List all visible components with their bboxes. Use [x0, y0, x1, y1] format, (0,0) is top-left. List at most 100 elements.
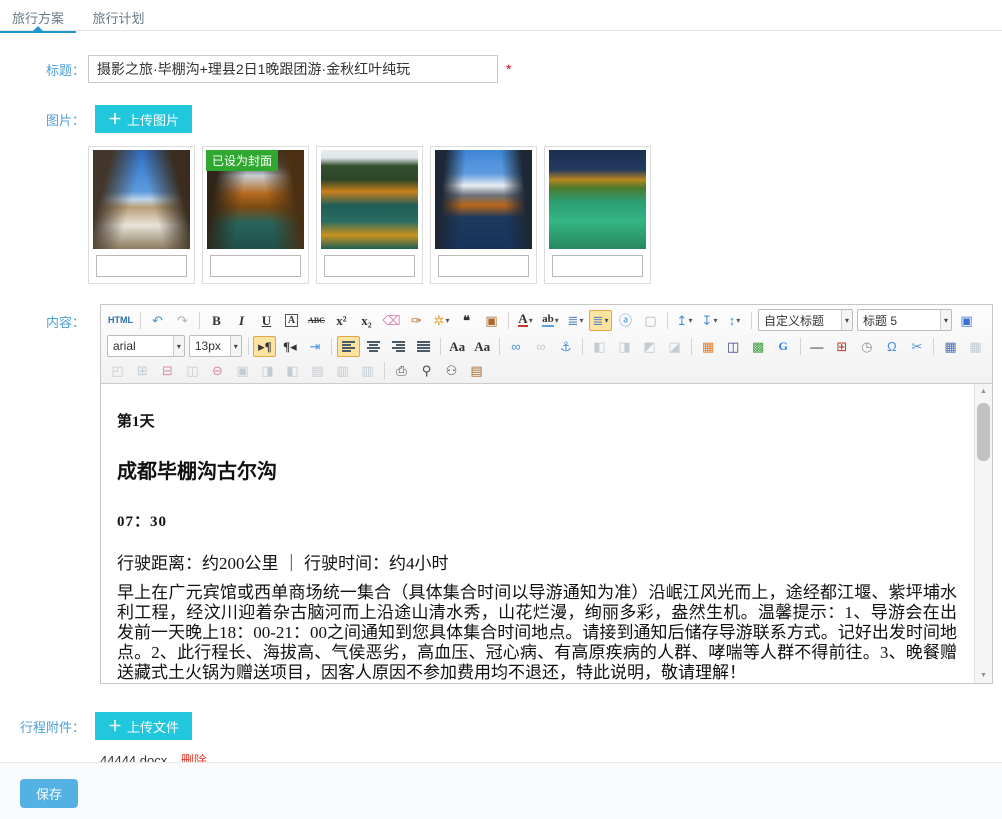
- insert-column-button[interactable]: ◫: [181, 360, 204, 381]
- special-char-button[interactable]: Ω: [880, 336, 903, 357]
- editor-body-wrap: 第1天 成都毕棚沟古尔沟 07：30 行驶距离：约200公里 ｜ 行驶时间：约4…: [101, 384, 992, 683]
- lowercase-button[interactable]: Aa: [471, 336, 494, 357]
- image-caption-input[interactable]: [438, 255, 529, 277]
- highlight-color-button[interactable]: ab▾: [539, 310, 562, 331]
- superscript-button[interactable]: x²: [330, 310, 353, 331]
- delete-table-button[interactable]: ▦: [964, 336, 987, 357]
- image-inline-button[interactable]: ◧: [588, 336, 611, 357]
- char-border-button[interactable]: A: [280, 310, 303, 331]
- google-map-button[interactable]: G: [772, 336, 795, 357]
- anchor-button[interactable]: ⚓: [554, 336, 577, 357]
- insert-table-button[interactable]: ▦: [939, 336, 962, 357]
- insert-row-after-button[interactable]: ◨: [256, 360, 279, 381]
- anchor-inline-button[interactable]: ⓐ: [614, 310, 637, 331]
- space-above-button[interactable]: ↥▾: [673, 310, 696, 331]
- footer-bar: 保存: [0, 762, 1002, 819]
- image-left-float-button[interactable]: ◨: [613, 336, 636, 357]
- tab-travel-schedule[interactable]: 旅行计划: [80, 0, 156, 32]
- find-replace-button[interactable]: ⚇: [440, 360, 463, 381]
- custom-title-select[interactable]: 自定义标题▾: [758, 309, 853, 331]
- font-color-button[interactable]: A▾: [514, 310, 537, 331]
- space-below-button[interactable]: ↧▾: [698, 310, 721, 331]
- editor-scrollbar[interactable]: ▲ ▼: [974, 384, 992, 683]
- snow-peaks-blue-lake-photo[interactable]: [435, 150, 532, 249]
- save-button[interactable]: 保存: [20, 779, 78, 808]
- paste-text-button[interactable]: ▣: [480, 310, 503, 331]
- image-caption-input[interactable]: [552, 255, 643, 277]
- delete-row-button[interactable]: ⊟: [156, 360, 179, 381]
- image-caption-input[interactable]: [96, 255, 187, 277]
- fullscreen-button[interactable]: ▣: [955, 310, 978, 331]
- blockquote-button[interactable]: ❝: [455, 310, 478, 331]
- title-input[interactable]: [88, 55, 498, 83]
- insert-date-button[interactable]: ⊞: [830, 336, 853, 357]
- chevron-down-icon: ▾: [230, 336, 241, 356]
- toolbar-separator: [384, 362, 385, 379]
- valley-lake-photo[interactable]: [93, 150, 190, 249]
- paste-button[interactable]: ▤: [465, 360, 488, 381]
- delete-column-button[interactable]: ⊖: [206, 360, 229, 381]
- insert-video-button[interactable]: ◫: [722, 336, 745, 357]
- scroll-up-icon[interactable]: ▲: [975, 384, 992, 399]
- split-row-button[interactable]: ▥: [331, 360, 354, 381]
- uppercase-button[interactable]: Aa: [446, 336, 469, 357]
- underline-button[interactable]: U: [255, 310, 278, 331]
- ltr-paragraph-button[interactable]: ▸¶: [253, 336, 276, 357]
- align-right-button[interactable]: [387, 336, 410, 357]
- scroll-down-icon[interactable]: ▼: [975, 668, 992, 683]
- emerald-lake-photo[interactable]: [549, 150, 646, 249]
- align-left-button[interactable]: [337, 336, 360, 357]
- preview-button[interactable]: ⚲: [415, 360, 438, 381]
- align-justify-button[interactable]: [412, 336, 435, 357]
- font-size-select[interactable]: 13px▾: [189, 335, 242, 357]
- screenshot-button[interactable]: ✂: [905, 336, 928, 357]
- merge-cells-button[interactable]: ▣: [231, 360, 254, 381]
- image-caption-input[interactable]: [324, 255, 415, 277]
- redo-button[interactable]: ↷: [171, 310, 194, 331]
- paragraph-format-select[interactable]: 标题 5▾: [857, 309, 952, 331]
- new-page-button[interactable]: ▢: [639, 310, 662, 331]
- table-title-button[interactable]: ◰: [106, 360, 129, 381]
- source-code-button[interactable]: HTML: [106, 310, 135, 331]
- insert-map-button[interactable]: ▩: [747, 336, 770, 357]
- italic-button[interactable]: I: [230, 310, 253, 331]
- undo-button[interactable]: ↶: [146, 310, 169, 331]
- upload-file-button[interactable]: ＋ 上传文件: [95, 712, 192, 740]
- rtl-paragraph-button[interactable]: ¶◂: [278, 336, 301, 357]
- insert-image-button[interactable]: ▦: [697, 336, 720, 357]
- print-button[interactable]: ⎙: [390, 360, 413, 381]
- insert-time-button[interactable]: ◷: [855, 336, 878, 357]
- editor-paragraph: 早上在广元宾馆或西单商场统一集合（具体集合时间以导游通知为准）沿岷江风光而上，途…: [117, 583, 957, 683]
- image-right-float-button[interactable]: ◩: [638, 336, 661, 357]
- split-col-button[interactable]: ▥: [356, 360, 379, 381]
- ordered-list-button[interactable]: ≣▾: [564, 310, 587, 331]
- font-family-select[interactable]: arial▾: [107, 335, 185, 357]
- indent-button[interactable]: ⇥: [303, 336, 326, 357]
- travel-plan-editor-page: 旅行方案 旅行计划 标题： * 图片： ＋ 上传图片 已设为封面 内容： HTM…: [0, 0, 1002, 819]
- image-center-button[interactable]: ◪: [663, 336, 686, 357]
- tab-travel-plan[interactable]: 旅行方案: [0, 0, 76, 32]
- bold-button[interactable]: B: [205, 310, 228, 331]
- line-height-button[interactable]: ↕▾: [723, 310, 746, 331]
- toolbar-separator: [751, 312, 752, 329]
- align-center-button[interactable]: [362, 336, 385, 357]
- auto-typeset-button[interactable]: ✲▾: [430, 310, 453, 331]
- autumn-forest-lake-photo[interactable]: [321, 150, 418, 249]
- insert-col-after-button[interactable]: ◧: [281, 360, 304, 381]
- image-caption-input[interactable]: [210, 255, 301, 277]
- horizontal-rule-button[interactable]: —: [805, 336, 828, 357]
- split-cell-button[interactable]: ▤: [306, 360, 329, 381]
- subscript-button[interactable]: x₂: [355, 310, 378, 331]
- chevron-down-icon: ▾: [555, 312, 559, 329]
- remove-format-button[interactable]: ⌫: [380, 310, 403, 331]
- upload-images-button[interactable]: ＋ 上传图片: [95, 105, 192, 133]
- editor-day-heading: 第1天: [117, 410, 957, 431]
- link-button[interactable]: ∞: [504, 336, 527, 357]
- scrollbar-thumb[interactable]: [977, 403, 990, 461]
- unordered-list-button[interactable]: ≣▾: [589, 310, 612, 331]
- insert-title-row-button[interactable]: ⊞: [131, 360, 154, 381]
- unlink-button[interactable]: ∞: [529, 336, 552, 357]
- strikethrough-button[interactable]: ABC: [305, 310, 328, 331]
- format-painter-button[interactable]: ✑: [405, 310, 428, 331]
- editor-content[interactable]: 第1天 成都毕棚沟古尔沟 07：30 行驶距离：约200公里 ｜ 行驶时间：约4…: [101, 384, 975, 683]
